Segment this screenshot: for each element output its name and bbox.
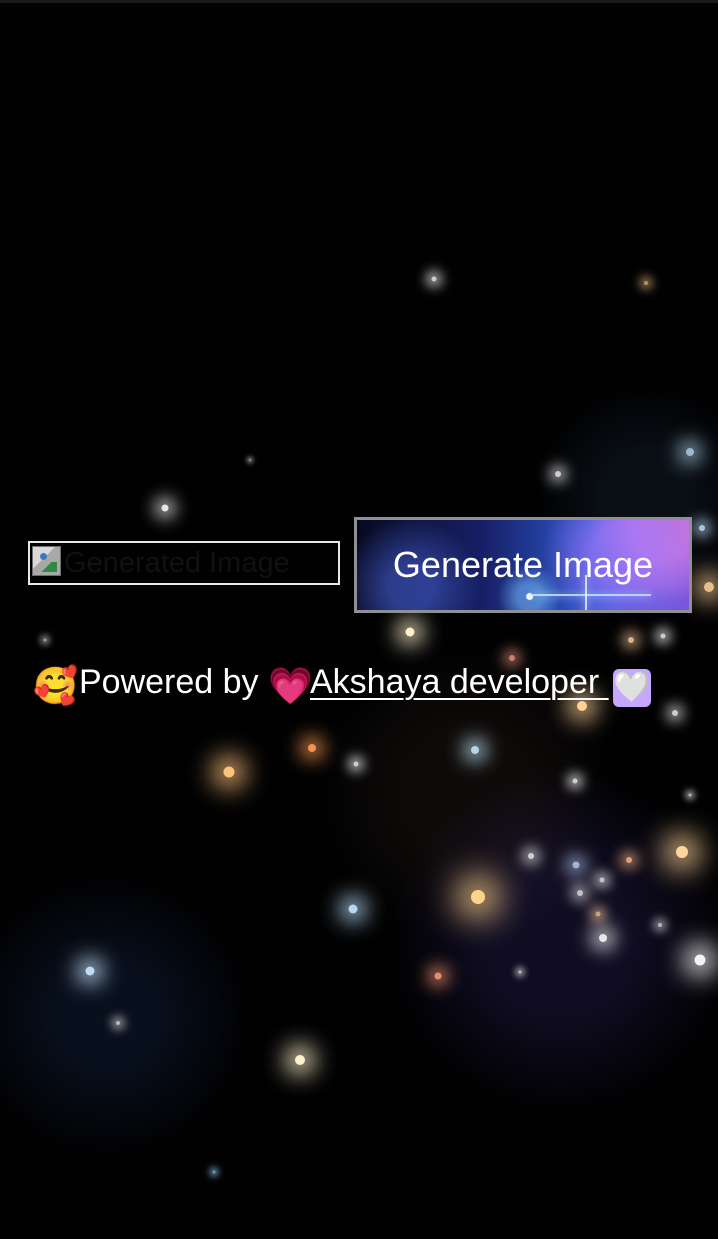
star-13 <box>672 710 678 716</box>
akshaya-developer-link[interactable]: 💗Akshaya developer 🤍 <box>268 663 651 707</box>
star-20 <box>572 861 580 869</box>
star-33 <box>116 1021 120 1025</box>
star-1 <box>431 276 437 282</box>
top-edge-line <box>0 0 718 3</box>
star-16 <box>471 746 479 754</box>
star-37 <box>658 923 662 927</box>
star-21 <box>626 857 632 863</box>
star-17 <box>353 761 359 767</box>
star-30 <box>85 966 95 976</box>
growing-heart-icon: 💗 <box>268 665 313 706</box>
star-32 <box>295 1055 305 1065</box>
star-31 <box>434 972 442 980</box>
powered-by-footer: 🥰Powered by 💗Akshaya developer 🤍 <box>33 656 651 708</box>
star-28 <box>599 934 607 942</box>
star-26 <box>595 911 601 917</box>
generate-image-button-label: Generate Image <box>392 544 654 585</box>
star-14 <box>308 744 316 752</box>
star-25 <box>577 890 583 896</box>
generate-image-button[interactable]: Generate Image <box>354 517 692 613</box>
smiling-face-with-hearts-icon: 🥰 <box>33 665 78 706</box>
star-5 <box>161 504 169 512</box>
generated-image-alt-text: Generated Image <box>64 547 290 579</box>
star-29 <box>694 954 706 966</box>
star-22 <box>676 846 688 858</box>
white-heart-icon: 🤍 <box>612 669 651 707</box>
star-15 <box>223 766 235 778</box>
star-27 <box>348 904 358 914</box>
star-3 <box>555 471 561 477</box>
starry-page: Generated Image Generate Image 🥰Powered … <box>0 0 718 1239</box>
star-34 <box>212 1170 216 1174</box>
image-generator-controls: Generated Image Generate Image <box>28 517 692 613</box>
star-18 <box>572 778 578 784</box>
powered-by-text: Powered by <box>79 663 268 701</box>
star-2 <box>644 281 648 285</box>
star-19 <box>528 853 534 859</box>
star-4 <box>686 448 694 456</box>
star-36 <box>518 970 522 974</box>
star-40 <box>249 459 251 461</box>
star-24 <box>471 890 485 904</box>
star-7 <box>699 525 705 531</box>
broken-image-icon <box>32 546 61 576</box>
akshaya-developer-link-text: Akshaya developer <box>310 663 609 701</box>
star-8 <box>405 627 415 637</box>
star-39 <box>43 638 47 642</box>
star-23 <box>599 877 605 883</box>
star-9 <box>628 637 634 643</box>
star-6 <box>704 582 714 592</box>
star-38 <box>688 793 692 797</box>
generated-image-placeholder: Generated Image <box>28 541 340 585</box>
star-10 <box>660 633 666 639</box>
